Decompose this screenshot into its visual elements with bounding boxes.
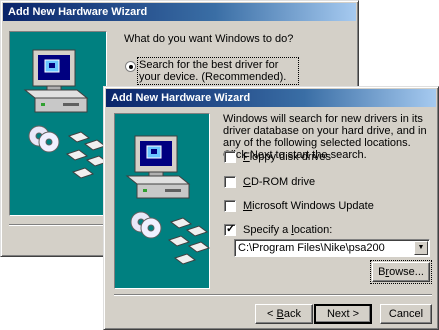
back-wizard-side-image <box>9 31 108 216</box>
best-driver-label[interactable]: Search for the best driver for your devi… <box>137 57 299 85</box>
dropdown-arrow-icon[interactable]: ▼ <box>414 241 428 255</box>
cdrom-label[interactable]: CD-ROM drive <box>243 176 315 188</box>
front-separator <box>114 294 432 296</box>
front-window-title: Add New Hardware Wizard <box>106 89 436 107</box>
best-driver-radio[interactable] <box>125 61 136 72</box>
checkmark-icon: ✓ <box>226 223 236 235</box>
specify-location-label[interactable]: Specify a location: <box>243 224 332 236</box>
location-value[interactable]: C:\Program Files\Nike\psa200 <box>238 242 385 254</box>
front-wizard-side-image <box>114 113 210 289</box>
windows-update-label[interactable]: Microsoft Windows Update <box>243 200 374 212</box>
windows-update-checkbox[interactable] <box>224 200 236 212</box>
browse-button[interactable]: Browse... <box>370 260 432 284</box>
computer-drives-icon <box>126 135 210 265</box>
floppy-checkbox[interactable] <box>224 151 236 163</box>
cdrom-checkbox[interactable] <box>224 176 236 188</box>
floppy-label[interactable]: Floppy disk drives <box>243 151 331 163</box>
front-wizard-window: Add New Hardware Wizard Windows will sea… <box>103 86 439 330</box>
cancel-button[interactable]: Cancel <box>380 304 432 324</box>
computer-drives-icon <box>24 49 108 179</box>
location-combobox[interactable]: C:\Program Files\Nike\psa200 ▼ <box>234 239 430 257</box>
back-question-text: What do you want Windows to do? <box>124 33 294 45</box>
back-window-title: Add New Hardware Wizard <box>3 3 356 21</box>
specify-location-checkbox[interactable]: ✓ <box>224 223 236 236</box>
next-button[interactable]: Next > <box>314 304 372 324</box>
back-button[interactable]: < Back <box>255 304 313 324</box>
